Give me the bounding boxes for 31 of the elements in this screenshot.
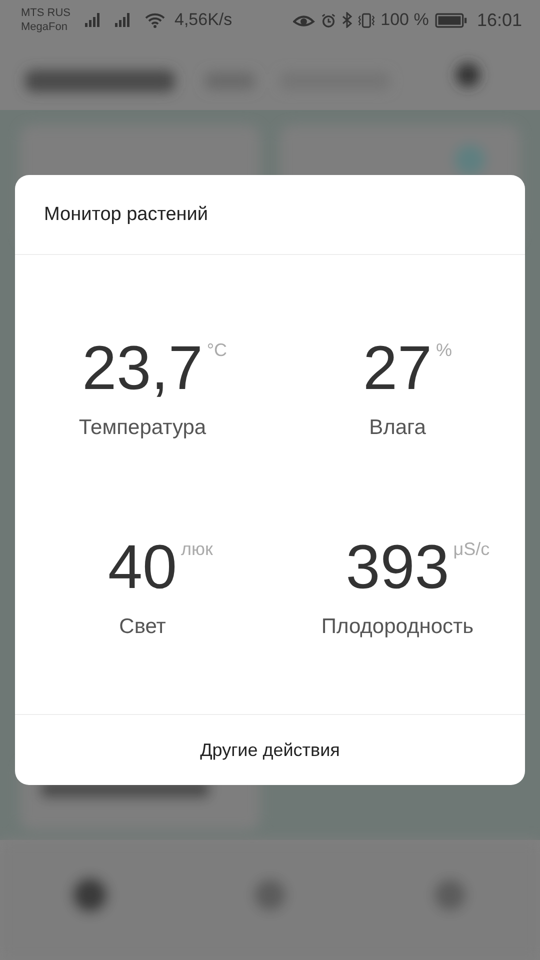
alarm-icon [320,12,336,28]
metric-label: Свет [119,615,166,640]
blurred-icon [434,879,466,911]
more-actions-button[interactable]: Другие действия [15,715,525,785]
bluetooth-icon [342,12,352,28]
metric-value: 23,7 [82,338,203,400]
metric-value: 393 [346,537,450,600]
metric-unit: люк [180,539,213,560]
signal-icon [84,13,102,27]
carrier-name: MTS RUS [21,6,70,20]
metric-value: 27 [363,338,432,400]
blurred-icon [254,879,286,911]
metric-label: Плодородность [321,615,474,640]
eye-icon [293,12,315,28]
metric-label: Влага [369,416,426,440]
metric-unit: μS/c [453,539,490,560]
wifi-icon [144,12,164,28]
battery-percent: 100 % [380,10,429,30]
metric-value: 40 [108,537,177,600]
blurred-icon [72,877,108,913]
metric-unit: °C [206,340,228,361]
metric-label: Температура [78,416,206,440]
signal-icon [114,13,132,27]
vibrate-icon [358,12,375,28]
dialog-title: Монитор растений [15,175,525,255]
network-speed: 4,56K/s [174,10,232,30]
metric-unit: % [436,340,452,361]
battery-icon [434,12,467,28]
carrier-name: MegaFon [21,20,68,34]
blurred-icon [456,63,480,87]
clock-time: 16:01 [476,10,522,30]
